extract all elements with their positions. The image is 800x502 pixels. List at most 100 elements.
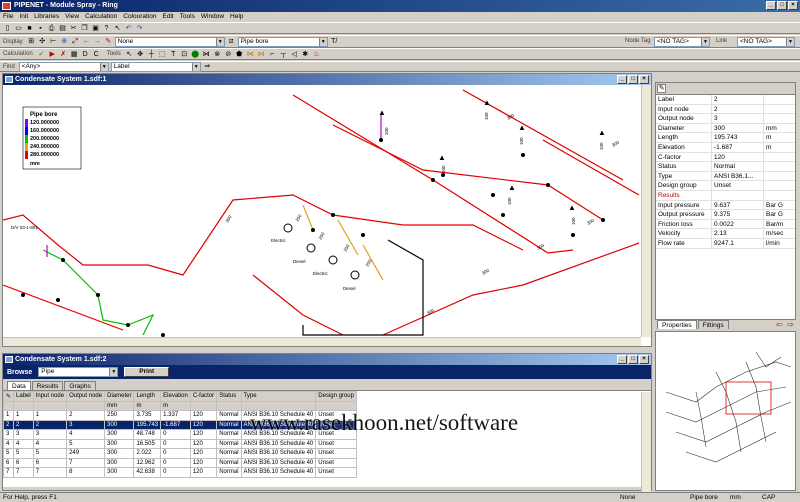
table-cell[interactable]: 5: [66, 438, 106, 449]
menu-item-tools[interactable]: Tools: [180, 12, 195, 22]
table-cell[interactable]: 195.743: [133, 419, 162, 430]
maximize-icon[interactable]: □: [777, 1, 787, 10]
property-row[interactable]: Status Normal: [656, 162, 795, 172]
property-value[interactable]: -1.687: [712, 142, 764, 152]
property-value[interactable]: 9247.1: [712, 238, 764, 248]
column-header[interactable]: Diameter: [104, 391, 135, 402]
column-header[interactable]: C-factor: [189, 391, 218, 402]
find-go-icon[interactable]: ⇒: [203, 62, 212, 71]
property-value[interactable]: 120: [712, 152, 764, 162]
table-cell[interactable]: Normal: [216, 419, 242, 430]
table-cell[interactable]: 3.735: [133, 410, 162, 421]
column-header[interactable]: Status: [216, 391, 242, 402]
pipe-network-canvas[interactable]: ▲ ▲ ▲ ▲ ▲ ▲ ▲ Pipe bore 120.000000 160.0…: [3, 85, 641, 337]
print-button[interactable]: Print: [124, 367, 170, 377]
property-value[interactable]: ANSI B36.1...: [712, 171, 764, 181]
maximize-icon[interactable]: □: [628, 355, 638, 364]
print-preview-icon[interactable]: ▤: [58, 24, 67, 33]
property-value[interactable]: [712, 190, 764, 200]
reducer-tool-icon[interactable]: ◁: [290, 50, 299, 59]
tab-results[interactable]: Results: [31, 381, 64, 390]
table-cell[interactable]: 5: [32, 448, 68, 459]
valve-tool-icon[interactable]: ⋈: [202, 50, 211, 59]
pipe-lower-loop[interactable]: [3, 194, 524, 276]
property-value[interactable]: 300: [712, 123, 764, 133]
table-cell[interactable]: 1.337: [160, 410, 191, 421]
green-pipe[interactable]: [42, 249, 155, 336]
copy-icon[interactable]: ❐: [80, 24, 89, 33]
table-cell[interactable]: 4: [66, 429, 106, 440]
property-row[interactable]: Label 2: [656, 95, 795, 105]
menu-item-init[interactable]: Init: [19, 12, 28, 22]
table-cell[interactable]: 120: [189, 429, 218, 440]
pipe-bore-select[interactable]: Pipe bore ▼: [237, 36, 328, 47]
property-row[interactable]: Input pressure 9.637 Bar G: [656, 200, 795, 211]
cut-icon[interactable]: ✂: [69, 24, 78, 33]
table-cell[interactable]: 2.022: [133, 448, 162, 459]
table-cell[interactable]: 120: [189, 467, 218, 478]
table-cell[interactable]: 4: [32, 438, 68, 449]
property-value[interactable]: 195.743: [712, 133, 764, 142]
pipe-branch[interactable]: [332, 124, 604, 221]
property-value[interactable]: 2: [712, 104, 764, 114]
table-cell[interactable]: Unset: [315, 457, 357, 468]
context-help-icon[interactable]: ↖: [113, 24, 122, 33]
table-cell[interactable]: 2: [13, 419, 34, 430]
schematic-vertical-scrollbar[interactable]: [641, 85, 651, 337]
orange-pipe-1[interactable]: [302, 204, 314, 231]
table-cell[interactable]: 1: [13, 410, 34, 421]
find-label-select[interactable]: Label ▼: [110, 61, 201, 72]
property-value[interactable]: 2.13: [712, 229, 764, 238]
table-cell[interactable]: 300: [104, 438, 135, 449]
table-cell[interactable]: 2: [66, 410, 106, 421]
property-value[interactable]: 9.637: [712, 200, 764, 210]
minimize-icon[interactable]: _: [617, 75, 627, 84]
table-cell[interactable]: Unset: [315, 467, 357, 478]
table-cell[interactable]: 120: [189, 448, 218, 459]
table-cell[interactable]: 249: [66, 448, 106, 459]
property-row[interactable]: C-factor 120: [656, 152, 795, 163]
menu-item-window[interactable]: Window: [201, 12, 224, 22]
node-tag-select[interactable]: <NO TAG> ▼: [654, 37, 710, 47]
table-cell[interactable]: ANSI B36.10 Schedule 40: [240, 448, 317, 459]
menu-item-file[interactable]: File: [3, 12, 13, 22]
table-cell[interactable]: -1.687: [160, 419, 191, 430]
colour-icon[interactable]: ✎: [104, 37, 113, 46]
table-cell[interactable]: 120: [189, 457, 218, 468]
table-cell[interactable]: 120: [189, 438, 218, 449]
table-vertical-scrollbar[interactable]: [641, 392, 651, 492]
row-number[interactable]: 5: [3, 448, 15, 459]
zoom-fit-icon[interactable]: ⤢: [71, 37, 80, 46]
align-icon[interactable]: ⊢: [49, 37, 58, 46]
property-row[interactable]: Friction loss 0.0022 Bar/m: [656, 219, 795, 230]
pan-left-icon[interactable]: ←: [82, 37, 91, 46]
table-cell[interactable]: 1: [32, 410, 68, 421]
pump-tool-icon[interactable]: ⬤: [191, 50, 200, 59]
close-icon[interactable]: ×: [639, 75, 649, 84]
table-cell[interactable]: 7: [32, 467, 68, 478]
table-row[interactable]: 6 6 6 7 300 12.962 0 120 Normal ANSI B36.10 Sched…: [3, 457, 357, 468]
table-cell[interactable]: 42.638: [133, 467, 162, 478]
filter-tool-icon[interactable]: ⊘: [224, 50, 233, 59]
redo-icon[interactable]: ↷: [135, 24, 144, 33]
table-row[interactable]: 7 7 7 8 300 42.638 0 120 Normal ANSI B36.10 Sched…: [3, 467, 357, 478]
table-row[interactable]: 5 5 5 249 300 2.022 0 120 Normal ANSI B36.10 Sche…: [3, 448, 357, 459]
property-row[interactable]: Output pressure 9.375 Bar G: [656, 210, 795, 220]
move-tool-icon[interactable]: ✥: [136, 50, 145, 59]
schematic-horizontal-scrollbar[interactable]: [3, 337, 641, 346]
select-tool-icon[interactable]: ↖: [125, 50, 134, 59]
property-row[interactable]: Velocity 2.13 m/sec: [656, 229, 795, 239]
properties-tool-icon[interactable]: ✎: [657, 84, 666, 93]
row-number[interactable]: 1: [3, 410, 15, 421]
node-tool-icon[interactable]: ⊡: [180, 50, 189, 59]
table-cell[interactable]: Unset: [315, 448, 357, 459]
property-row[interactable]: Elevation -1.687 m: [656, 142, 795, 153]
table-cell[interactable]: 3: [13, 429, 34, 440]
table-cell[interactable]: 300: [104, 467, 135, 478]
tank-tool-icon[interactable]: ⬟: [235, 50, 244, 59]
pipe-nodes[interactable]: [21, 138, 605, 337]
menu-item-help[interactable]: Help: [230, 12, 243, 22]
menu-item-colouration[interactable]: Colouration: [123, 12, 156, 22]
property-row[interactable]: Length 195.743 m: [656, 133, 795, 143]
close-icon[interactable]: ×: [639, 355, 649, 364]
